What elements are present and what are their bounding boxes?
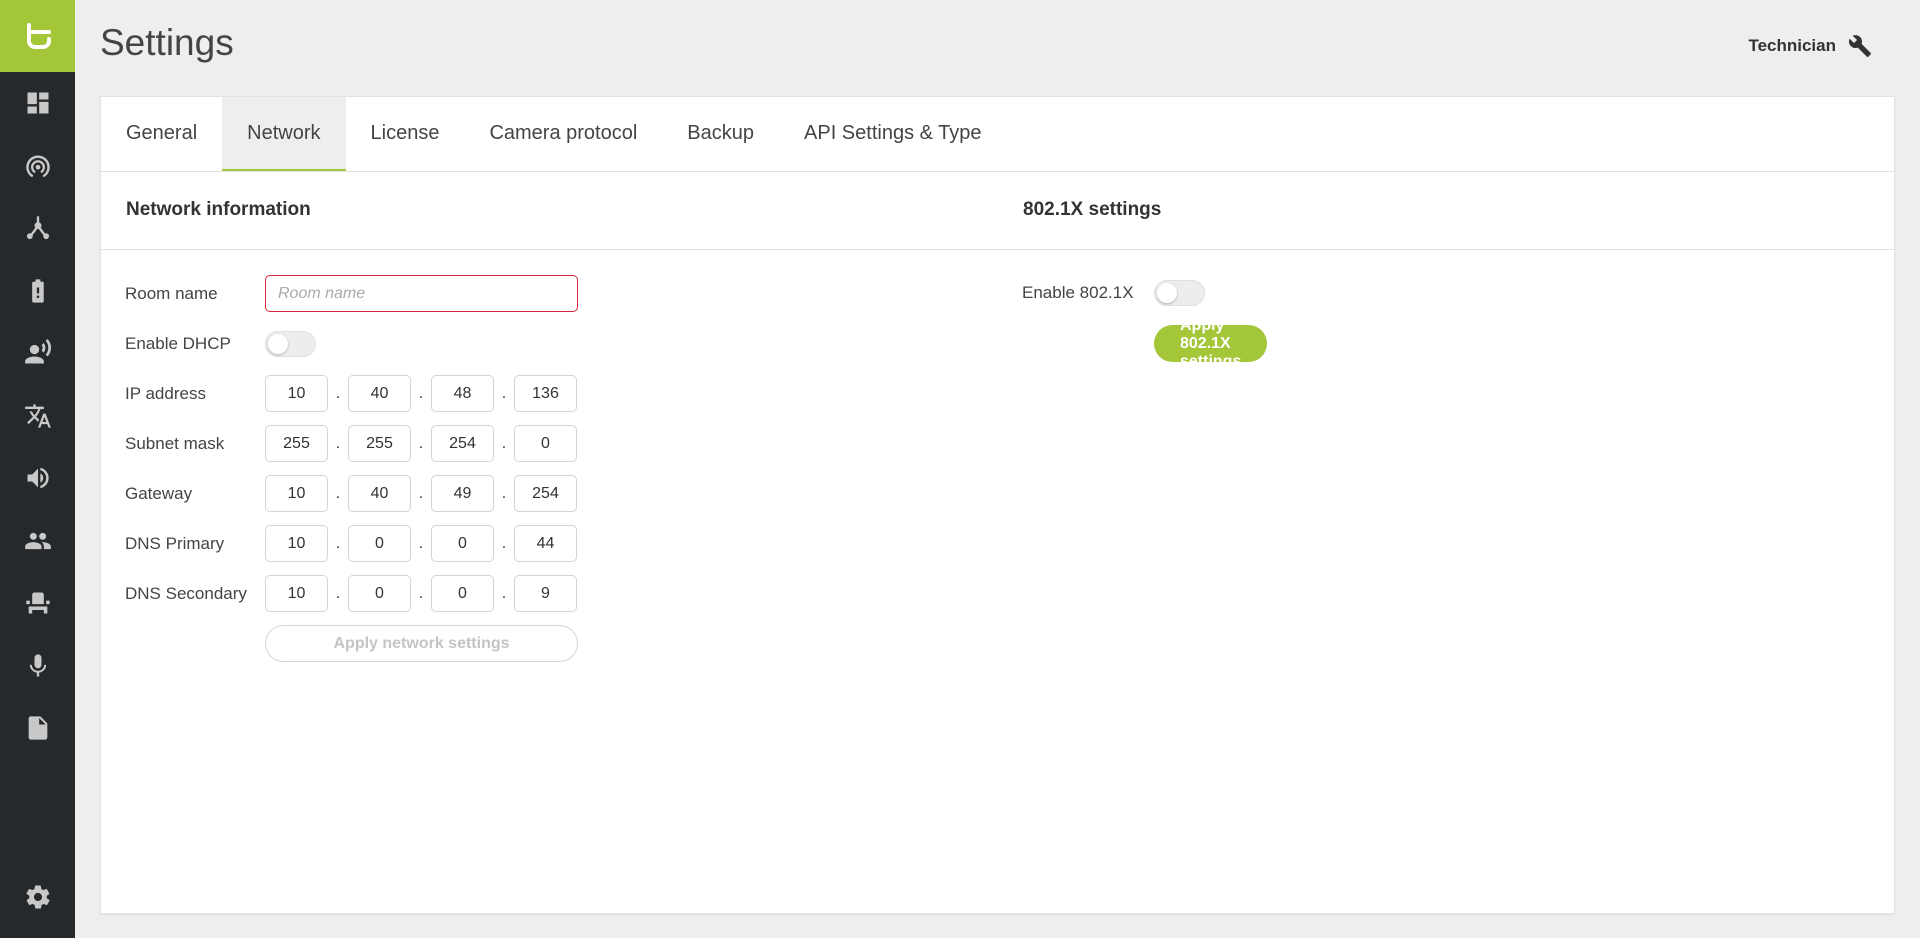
octet-separator: . xyxy=(335,534,341,552)
subnet-octet-1[interactable]: 255 xyxy=(265,425,328,462)
apply-network-row: Apply network settings xyxy=(265,625,578,662)
octet-separator: . xyxy=(335,584,341,602)
tab-bar: General Network License Camera protocol … xyxy=(101,97,1894,172)
dot1x-section-title: 802.1X settings xyxy=(1023,199,1162,220)
dns-secondary-octet-2[interactable]: 0 xyxy=(348,575,411,612)
dns-primary-octet-4[interactable]: 44 xyxy=(514,525,577,562)
dot1x-enable-label: Enable 802.1X xyxy=(1022,283,1134,302)
apply-network-settings-button[interactable]: Apply network settings xyxy=(265,625,578,662)
gear-icon[interactable] xyxy=(0,866,75,928)
octet-separator: . xyxy=(335,384,341,402)
octet-separator: . xyxy=(418,384,424,402)
dns-secondary-label: DNS Secondary xyxy=(125,583,247,603)
ip-octet-4[interactable]: 136 xyxy=(514,375,577,412)
tab-license[interactable]: License xyxy=(346,97,465,171)
document-icon[interactable] xyxy=(0,697,75,760)
dns-secondary-row: DNS Secondary 10. 0. 0. 9 xyxy=(125,575,577,612)
room-name-row: Room name xyxy=(125,275,578,312)
seat-icon[interactable] xyxy=(0,572,75,635)
ip-label: IP address xyxy=(125,383,206,403)
people-icon[interactable] xyxy=(0,510,75,573)
network-section-title: Network information xyxy=(126,199,311,220)
dns-primary-octets: 10. 0. 0. 44 xyxy=(265,525,577,562)
dhcp-toggle[interactable] xyxy=(265,331,316,357)
octet-separator: . xyxy=(501,434,507,452)
tab-general[interactable]: General xyxy=(101,97,222,171)
gateway-octet-2[interactable]: 40 xyxy=(348,475,411,512)
wrench-icon xyxy=(1848,35,1871,57)
tab-network[interactable]: Network xyxy=(222,97,346,171)
dhcp-label: Enable DHCP xyxy=(125,334,231,353)
brand-logo-icon[interactable] xyxy=(0,0,75,72)
subnet-row: Subnet mask 255. 255. 254. 0 xyxy=(125,425,577,462)
room-name-label: Room name xyxy=(125,283,218,303)
subnet-octet-2[interactable]: 255 xyxy=(348,425,411,462)
subnet-octet-4[interactable]: 0 xyxy=(514,425,577,462)
tab-camera-protocol[interactable]: Camera protocol xyxy=(464,97,662,171)
user-label: Technician xyxy=(1748,36,1836,55)
subnet-octets: 255. 255. 254. 0 xyxy=(265,425,577,462)
ip-octet-3[interactable]: 48 xyxy=(431,375,494,412)
octet-separator: . xyxy=(335,484,341,502)
gateway-label: Gateway xyxy=(125,483,193,503)
section-headers: Network information 802.1X settings xyxy=(101,172,1894,250)
microphone-icon[interactable] xyxy=(0,635,75,698)
speaker-person-icon[interactable] xyxy=(0,322,75,385)
octet-separator: . xyxy=(418,434,424,452)
user-menu[interactable]: Technician xyxy=(1748,34,1872,58)
apply-8021x-settings-button[interactable]: Apply 802.1X settings xyxy=(1154,317,1268,370)
dot1x-enable-row: Enable 802.1X xyxy=(1022,280,1205,306)
ip-octet-2[interactable]: 40 xyxy=(348,375,411,412)
toggle-knob xyxy=(268,334,288,354)
dns-primary-octet-2[interactable]: 0 xyxy=(348,525,411,562)
gateway-row: Gateway 10. 40. 49. 254 xyxy=(125,475,577,512)
gateway-octet-4[interactable]: 254 xyxy=(514,475,577,512)
tab-backup[interactable]: Backup xyxy=(662,97,779,171)
dns-primary-row: DNS Primary 10. 0. 0. 44 xyxy=(125,525,577,562)
octet-separator: . xyxy=(501,534,507,552)
dns-primary-label: DNS Primary xyxy=(125,533,225,553)
octet-separator: . xyxy=(501,384,507,402)
volume-icon[interactable] xyxy=(0,447,75,510)
dashboard-icon[interactable] xyxy=(0,72,75,135)
translate-icon[interactable] xyxy=(0,385,75,448)
dhcp-row: Enable DHCP xyxy=(125,331,316,357)
subnet-octet-3[interactable]: 254 xyxy=(431,425,494,462)
dns-secondary-octets: 10. 0. 0. 9 xyxy=(265,575,577,612)
dns-secondary-octet-4[interactable]: 9 xyxy=(514,575,577,612)
tab-api-settings[interactable]: API Settings & Type xyxy=(779,97,1007,171)
octet-separator: . xyxy=(418,534,424,552)
gateway-octets: 10. 40. 49. 254 xyxy=(265,475,577,512)
gateway-octet-1[interactable]: 10 xyxy=(265,475,328,512)
network-hub-icon[interactable] xyxy=(0,197,75,260)
gateway-octet-3[interactable]: 49 xyxy=(431,475,494,512)
dns-primary-octet-1[interactable]: 10 xyxy=(265,525,328,562)
ip-octets: 10. 40. 48. 136 xyxy=(265,375,577,412)
toggle-knob xyxy=(1157,283,1177,303)
sidebar xyxy=(0,0,75,938)
room-name-input[interactable] xyxy=(265,275,578,312)
dot1x-apply-row: Apply 802.1X settings xyxy=(1154,317,1268,370)
broadcast-icon[interactable] xyxy=(0,135,75,198)
subnet-label: Subnet mask xyxy=(125,433,225,453)
page-title: Settings xyxy=(100,22,234,63)
octet-separator: . xyxy=(501,484,507,502)
ip-row: IP address 10. 40. 48. 136 xyxy=(125,375,577,412)
octet-separator: . xyxy=(418,484,424,502)
logo-glyph xyxy=(26,23,51,49)
octet-separator: . xyxy=(418,584,424,602)
dns-secondary-octet-3[interactable]: 0 xyxy=(431,575,494,612)
dot1x-toggle[interactable] xyxy=(1154,280,1205,306)
dns-secondary-octet-1[interactable]: 10 xyxy=(265,575,328,612)
ip-octet-1[interactable]: 10 xyxy=(265,375,328,412)
octet-separator: . xyxy=(335,434,341,452)
dns-primary-octet-3[interactable]: 0 xyxy=(431,525,494,562)
octet-separator: . xyxy=(501,584,507,602)
battery-alert-icon[interactable] xyxy=(0,260,75,323)
